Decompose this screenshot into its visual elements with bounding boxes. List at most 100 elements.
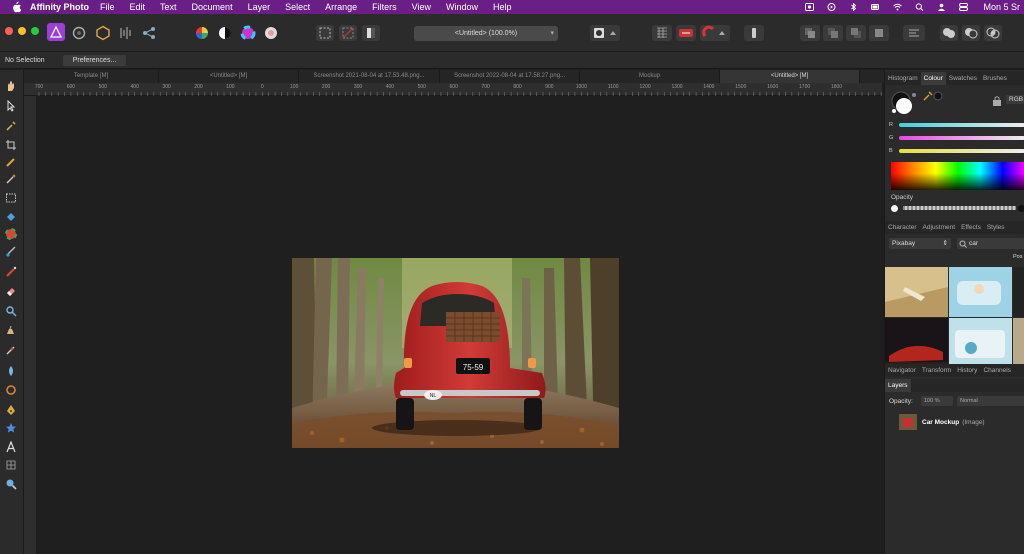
develop-persona-button[interactable] — [95, 25, 111, 41]
rectangular-marquee-tool[interactable] — [4, 192, 17, 204]
bluetooth-icon[interactable] — [849, 3, 858, 11]
stock-thumbnail-6[interactable] — [1013, 318, 1024, 368]
tab-colour[interactable]: Colour — [920, 72, 946, 85]
text-tool[interactable] — [4, 441, 17, 453]
arrange-backward-button[interactable] — [823, 25, 843, 41]
blue-track[interactable] — [899, 149, 1024, 153]
tab-brushes[interactable]: Brushes — [980, 72, 1010, 85]
auto-levels-button[interactable] — [192, 25, 212, 41]
clock[interactable]: Mon 5 Sr — [983, 2, 1020, 12]
stock-thumbnail-1[interactable] — [885, 267, 948, 317]
snapping-button[interactable] — [652, 25, 672, 41]
menu-select[interactable]: Select — [285, 2, 310, 12]
vertical-ruler[interactable] — [24, 96, 36, 554]
blend-mode-dropdown[interactable]: Normal — [957, 396, 1024, 406]
healing-brush-tool[interactable] — [4, 344, 17, 356]
photo-persona-button[interactable] — [47, 23, 65, 41]
fill-stroke-swatch[interactable] — [890, 91, 920, 115]
quick-mask-button[interactable] — [590, 25, 620, 41]
opacity-slider[interactable] — [891, 204, 1024, 212]
menu-filters[interactable]: Filters — [372, 2, 397, 12]
arrange-back-button[interactable] — [800, 25, 820, 41]
apple-icon[interactable] — [10, 1, 22, 13]
eyedropper-icon[interactable] — [921, 90, 943, 102]
auto-white-balance-button[interactable] — [261, 25, 281, 41]
force-pixel-alignment-button[interactable] — [700, 25, 730, 41]
tab-channels[interactable]: Channels — [980, 364, 1013, 377]
liquify-persona-button[interactable] — [71, 25, 87, 41]
shape-tool[interactable] — [4, 422, 17, 434]
screen-record-icon[interactable] — [805, 3, 815, 11]
invert-selection-button[interactable] — [362, 25, 380, 41]
minimize-window-button[interactable] — [18, 27, 26, 35]
tab-styles[interactable]: Styles — [984, 221, 1008, 234]
auto-colour-button[interactable] — [238, 25, 258, 41]
boolean-subtract-button[interactable] — [962, 25, 980, 41]
stock-source-dropdown[interactable]: Pixabay ⇕ — [889, 238, 951, 249]
blur-brush-tool[interactable] — [4, 365, 17, 377]
search-icon[interactable] — [915, 3, 924, 11]
tab-history[interactable]: History — [954, 364, 980, 377]
selection-brush-tool[interactable] — [4, 156, 17, 168]
tab-character[interactable]: Character — [885, 221, 920, 234]
pen-tool[interactable] — [4, 404, 17, 416]
tab-histogram[interactable]: Histogram — [885, 72, 921, 85]
lock-icon[interactable] — [991, 95, 1003, 107]
menu-edit[interactable]: Edit — [130, 2, 146, 12]
green-track[interactable] — [899, 136, 1024, 140]
stock-thumbnail-2[interactable] — [949, 267, 1012, 317]
menu-document[interactable]: Document — [192, 2, 233, 12]
gradient-tool[interactable] — [4, 228, 17, 240]
horizontal-ruler[interactable]: 700 600 500 400 300 200 100 0 100 200 300 400 500 600… — [24, 83, 882, 96]
tab-mockup[interactable]: Mockup — [580, 70, 720, 83]
tab-template[interactable]: Template [M] — [24, 70, 159, 83]
opacity-knob[interactable] — [891, 204, 898, 212]
menu-arrange[interactable]: Arrange — [325, 2, 357, 12]
flood-select-tool[interactable] — [4, 173, 17, 185]
stock-thumbnail-3[interactable] — [1013, 267, 1024, 317]
opacity-end-knob[interactable] — [1018, 204, 1024, 212]
colour-picker-tool[interactable] — [4, 120, 17, 132]
red-track[interactable] — [899, 123, 1024, 127]
marquee-select-button[interactable] — [316, 25, 334, 41]
user-icon[interactable] — [937, 3, 946, 11]
boolean-intersect-button[interactable] — [984, 25, 1002, 41]
preferences-button[interactable]: Preferences... — [62, 54, 127, 66]
colour-spectrum[interactable] — [891, 162, 1024, 190]
tab-layers[interactable]: Layers — [885, 379, 911, 392]
tone-mapping-persona-button[interactable] — [118, 25, 134, 41]
mesh-warp-tool[interactable] — [4, 459, 17, 471]
assistant-button[interactable] — [676, 25, 696, 41]
tab-untitled-active[interactable]: <Untitled> [M] — [720, 70, 860, 83]
tab-effects[interactable]: Effects — [958, 221, 984, 234]
colour-mode-dropdown[interactable]: RGB — [1006, 95, 1024, 104]
stock-thumbnail-5[interactable] — [949, 318, 1012, 368]
hand-tool[interactable] — [4, 80, 17, 92]
menu-view[interactable]: View — [412, 2, 431, 12]
play-icon[interactable] — [827, 3, 836, 11]
opacity-track[interactable] — [903, 206, 1016, 210]
wifi-icon[interactable] — [893, 3, 903, 11]
menu-layer[interactable]: Layer — [248, 2, 271, 12]
export-persona-button[interactable] — [141, 25, 157, 41]
crop-tool[interactable] — [4, 139, 17, 151]
stock-thumbnail-4[interactable] — [885, 318, 948, 368]
erase-brush-tool[interactable] — [4, 285, 17, 297]
layer-opacity-field[interactable]: 100 % — [921, 396, 953, 406]
menu-help[interactable]: Help — [493, 2, 512, 12]
tab-untitled-1[interactable]: <Untitled> [M] — [159, 70, 299, 83]
tab-transform[interactable]: Transform — [919, 364, 954, 377]
app-name-menu[interactable]: Affinity Photo — [30, 2, 89, 12]
auto-contrast-button[interactable] — [215, 25, 235, 41]
layer-row[interactable]: Car Mockup (Image) — [885, 411, 1024, 433]
stock-search-input[interactable]: car — [957, 238, 1024, 249]
tab-screenshot-2[interactable]: Screenshot 2022-08-04 at 17.58.27.png... — [440, 70, 580, 83]
arrange-front-button[interactable] — [869, 25, 889, 41]
control-center-icon[interactable] — [959, 3, 969, 11]
menu-window[interactable]: Window — [446, 2, 478, 12]
paint-brush-tool[interactable] — [4, 246, 17, 258]
green-slider[interactable]: G — [889, 134, 1024, 142]
align-button[interactable] — [903, 25, 925, 41]
sponge-brush-tool[interactable] — [4, 325, 17, 337]
zoom-window-button[interactable] — [31, 27, 39, 35]
